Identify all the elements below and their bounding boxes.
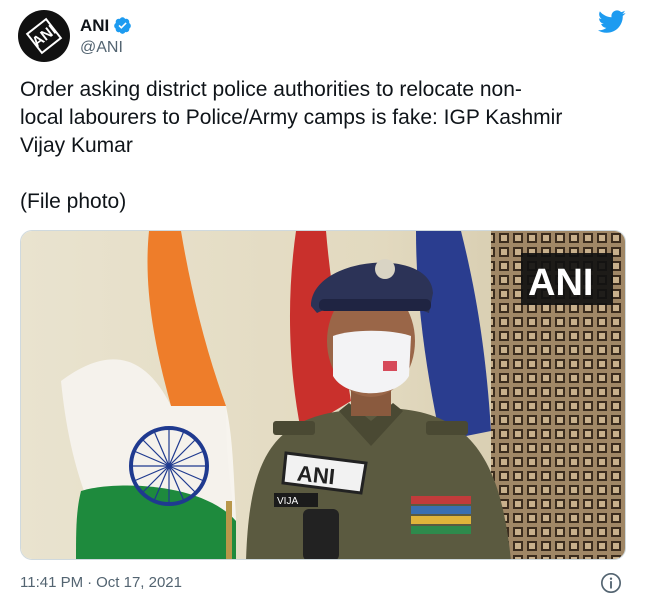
avatar[interactable]: ANI xyxy=(18,10,70,62)
display-name[interactable]: ANI xyxy=(80,16,109,36)
verified-badge-icon xyxy=(114,17,132,34)
author-handle[interactable]: @ANI xyxy=(80,39,132,57)
watermark-text: ANI xyxy=(528,262,593,304)
author-names: ANI @ANI xyxy=(80,16,132,57)
info-icon[interactable] xyxy=(600,572,622,594)
nameplate-text: VIJA xyxy=(277,496,298,507)
shoulder-badge-left xyxy=(273,421,315,435)
tweet-header: ANI ANI @ANI xyxy=(18,8,132,64)
footer-separator: · xyxy=(87,574,93,591)
name-row: ANI xyxy=(80,16,132,36)
mask-logo xyxy=(383,361,397,371)
flag-pole xyxy=(226,501,232,559)
tweet-time[interactable]: 11:41 PM xyxy=(20,574,83,591)
avatar-logo-text: ANI xyxy=(28,21,60,51)
tweet-date[interactable]: Oct 17, 2021 xyxy=(96,574,182,591)
tweet-card: ANI ANI @ANI Order asking district polic… xyxy=(0,0,650,600)
tweet-footer: 11:41 PM · Oct 17, 2021 xyxy=(20,574,182,591)
photo-illustration: VIJA ANI ANI xyxy=(21,231,625,559)
face-mask xyxy=(333,330,411,394)
microphone-handle xyxy=(303,509,339,559)
tweet-text: Order asking district police authorities… xyxy=(20,78,563,213)
microphone-flag-text: ANI xyxy=(296,461,336,490)
twitter-bird-icon[interactable] xyxy=(598,10,626,34)
cap-badge xyxy=(375,259,395,279)
shoulder-badge-right xyxy=(426,421,468,435)
cap-band xyxy=(319,299,431,311)
tweet-media-photo[interactable]: VIJA ANI ANI xyxy=(20,230,626,560)
